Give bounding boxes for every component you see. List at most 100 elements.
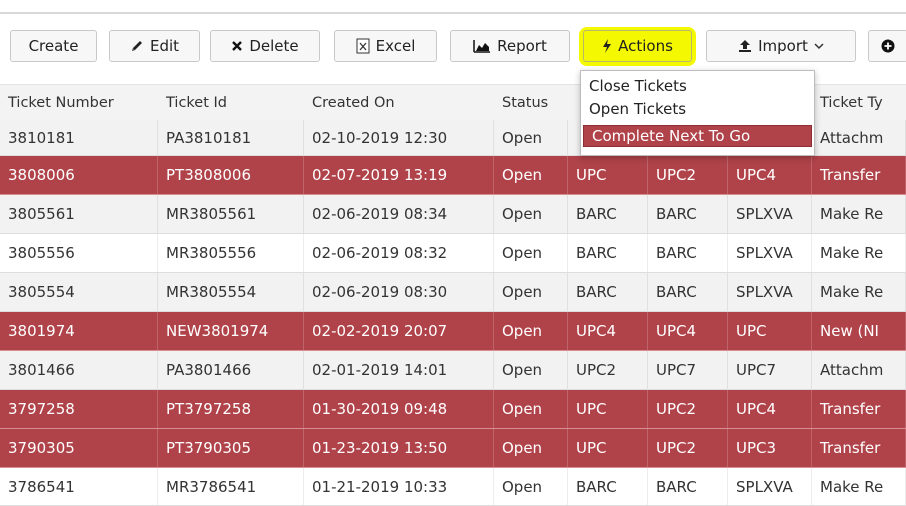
table-cell: UPC4 xyxy=(648,312,728,350)
table-row[interactable]: 3801466 PA3801466 02-01-2019 14:01 Open UPC2… xyxy=(0,351,906,390)
table-row[interactable]: 3805561 MR3805561 02-06-2019 08:34 Open BARC… xyxy=(0,195,906,234)
table-cell: UPC xyxy=(728,312,812,350)
table-cell: 3801974 xyxy=(0,312,158,350)
table-cell: 02-07-2019 13:19 xyxy=(304,156,494,194)
edit-button[interactable]: Edit xyxy=(109,30,200,62)
table-row[interactable]: 3805554 MR3805554 02-06-2019 08:30 Open BARC… xyxy=(0,273,906,312)
table-row[interactable]: 3786541 MR3786541 01-21-2019 10:33 Open BARC… xyxy=(0,468,906,506)
table-cell: 02-06-2019 08:30 xyxy=(304,273,494,311)
table-cell: 02-06-2019 08:34 xyxy=(304,195,494,233)
table-row[interactable]: 3808006 PT3808006 02-07-2019 13:19 Open UPC U… xyxy=(0,156,906,195)
table-cell: Open xyxy=(494,468,568,505)
x-icon xyxy=(231,40,243,52)
import-button[interactable]: Import xyxy=(706,30,856,62)
column-header-ticket-id[interactable]: Ticket Id xyxy=(158,85,304,121)
menu-item-close-tickets[interactable]: Close Tickets xyxy=(589,77,687,95)
pencil-icon xyxy=(130,39,144,53)
table-cell: 01-23-2019 13:50 xyxy=(304,429,494,467)
table-cell: Attachm xyxy=(812,351,906,389)
menu-item-complete-next-to-go[interactable]: Complete Next To Go xyxy=(583,125,812,147)
table-cell: UPC2 xyxy=(648,156,728,194)
table-cell: UPC4 xyxy=(728,156,812,194)
excel-label: Excel xyxy=(375,37,416,55)
actions-button[interactable]: Actions xyxy=(583,30,692,62)
table-cell: UPC2 xyxy=(648,429,728,467)
table-cell: Make Re xyxy=(812,234,906,272)
table-cell: Transfer xyxy=(812,156,906,194)
table-cell: BARC xyxy=(648,273,728,311)
table-cell: SPLXVA xyxy=(728,195,812,233)
excel-button[interactable]: Excel xyxy=(334,30,437,62)
chevron-down-icon xyxy=(814,42,824,50)
table-cell: UPC xyxy=(568,156,648,194)
table-row[interactable]: 3797258 PT3797258 01-30-2019 09:48 Open UPC U… xyxy=(0,390,906,429)
table-cell: BARC xyxy=(648,195,728,233)
table-cell: 3805556 xyxy=(0,234,158,272)
actions-dropdown-menu: Close Tickets Open Tickets Complete Next… xyxy=(580,70,815,156)
table-cell: UPC xyxy=(568,429,648,467)
table-cell: Open xyxy=(494,195,568,233)
table-cell: PT3797258 xyxy=(158,390,304,428)
plus-circle-icon xyxy=(881,39,895,53)
actions-label: Actions xyxy=(618,37,673,55)
table-cell: SPLXVA xyxy=(728,468,812,505)
table-cell: 01-30-2019 09:48 xyxy=(304,390,494,428)
column-header-status[interactable]: Status xyxy=(494,85,568,121)
table-cell: Open xyxy=(494,312,568,350)
table-cell: PA3801466 xyxy=(158,351,304,389)
table-cell: 3790305 xyxy=(0,429,158,467)
table-cell: Open xyxy=(494,429,568,467)
top-border xyxy=(0,0,906,14)
table-cell: PA3810181 xyxy=(158,120,304,155)
table-cell: MR3805554 xyxy=(158,273,304,311)
table-cell: PT3790305 xyxy=(158,429,304,467)
table-cell: BARC xyxy=(568,234,648,272)
create-button[interactable]: Create xyxy=(10,30,97,62)
create-label: Create xyxy=(28,37,79,55)
table-cell: 3786541 xyxy=(0,468,158,505)
table-cell: BARC xyxy=(648,468,728,505)
table-cell: SPLXVA xyxy=(728,234,812,272)
column-header-created-on[interactable]: Created On xyxy=(304,85,494,121)
table-row[interactable]: 3801974 NEW3801974 02-02-2019 20:07 Open UPC… xyxy=(0,312,906,351)
table-cell: 02-02-2019 20:07 xyxy=(304,312,494,350)
table-cell: 02-10-2019 12:30 xyxy=(304,120,494,155)
table-row[interactable]: 3805556 MR3805556 02-06-2019 08:32 Open BARC… xyxy=(0,234,906,273)
upload-icon xyxy=(738,39,752,53)
table-row[interactable]: 3790305 PT3790305 01-23-2019 13:50 Open UPC U… xyxy=(0,429,906,468)
table-cell: UPC2 xyxy=(568,351,648,389)
menu-item-open-tickets[interactable]: Open Tickets xyxy=(589,100,686,118)
table-cell: BARC xyxy=(568,195,648,233)
table-cell: BARC xyxy=(648,234,728,272)
table-cell: 3808006 xyxy=(0,156,158,194)
bolt-icon xyxy=(602,39,612,53)
table-cell: Open xyxy=(494,120,568,155)
table-cell: MR3805561 xyxy=(158,195,304,233)
table-cell: 3805554 xyxy=(0,273,158,311)
table-cell: Open xyxy=(494,390,568,428)
table-cell: Make Re xyxy=(812,468,906,505)
table-cell: Open xyxy=(494,273,568,311)
table-cell: UPC4 xyxy=(568,312,648,350)
table-cell: Transfer xyxy=(812,390,906,428)
delete-button[interactable]: Delete xyxy=(210,30,320,62)
table-cell: MR3805556 xyxy=(158,234,304,272)
table-cell: 3801466 xyxy=(0,351,158,389)
excel-file-icon xyxy=(356,38,370,54)
report-button[interactable]: Report xyxy=(450,30,570,62)
table-cell: Open xyxy=(494,351,568,389)
table-cell: BARC xyxy=(568,273,648,311)
column-header-ticket-type[interactable]: Ticket Ty xyxy=(812,85,906,121)
column-header-ticket-number[interactable]: Ticket Number xyxy=(0,85,158,121)
table-cell: 3810181 xyxy=(0,120,158,155)
report-label: Report xyxy=(497,37,547,55)
table-cell: UPC xyxy=(568,390,648,428)
table-cell: UPC7 xyxy=(728,351,812,389)
table-cell: UPC4 xyxy=(728,390,812,428)
table-cell: UPC3 xyxy=(728,429,812,467)
table-cell: Open xyxy=(494,234,568,272)
more-button[interactable] xyxy=(868,30,906,62)
table-cell: Transfer xyxy=(812,429,906,467)
delete-label: Delete xyxy=(249,37,299,55)
import-label: Import xyxy=(758,37,808,55)
